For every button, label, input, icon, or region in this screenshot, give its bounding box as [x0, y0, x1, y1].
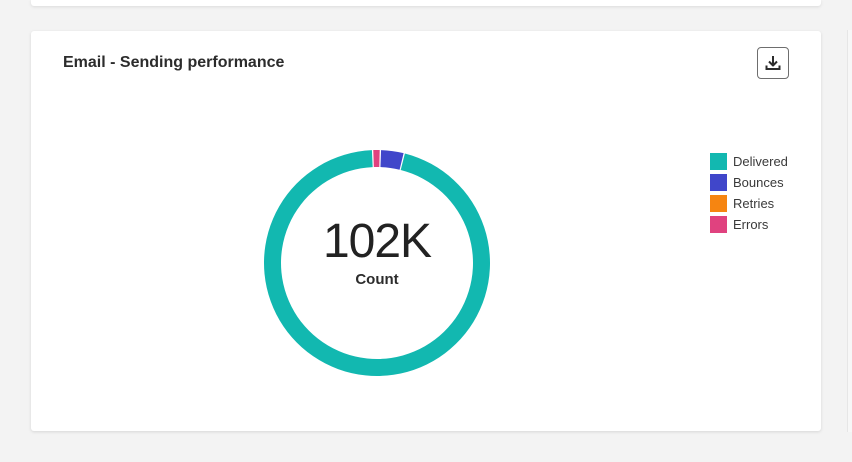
sending-performance-card: Email - Sending performance 102K Count D… [31, 31, 821, 431]
legend-swatch [710, 153, 727, 170]
legend-swatch [710, 174, 727, 191]
donut-slice-errors[interactable] [373, 150, 380, 168]
legend-label: Retries [733, 196, 775, 211]
legend-swatch [710, 195, 727, 212]
legend-item-bounces[interactable]: Bounces [710, 172, 788, 193]
download-icon [765, 56, 781, 70]
legend-label: Delivered [733, 154, 788, 169]
legend-item-errors[interactable]: Errors [710, 214, 788, 235]
total-count-label: Count [355, 271, 399, 288]
legend-item-delivered[interactable]: Delivered [710, 151, 788, 172]
total-count-value: 102K [322, 215, 432, 268]
legend-swatch [710, 216, 727, 233]
adjacent-card-edge [847, 30, 852, 432]
download-button[interactable] [757, 47, 789, 79]
donut-chart: 102K Count [264, 150, 490, 376]
legend-label: Errors [733, 217, 769, 232]
previous-card-edge [31, 0, 821, 6]
donut-slice-bounces[interactable] [380, 150, 404, 170]
card-title: Email - Sending performance [63, 54, 285, 71]
legend-item-retries[interactable]: Retries [710, 193, 788, 214]
chart-legend: Delivered Bounces Retries Errors [710, 151, 788, 235]
legend-label: Bounces [733, 175, 784, 190]
